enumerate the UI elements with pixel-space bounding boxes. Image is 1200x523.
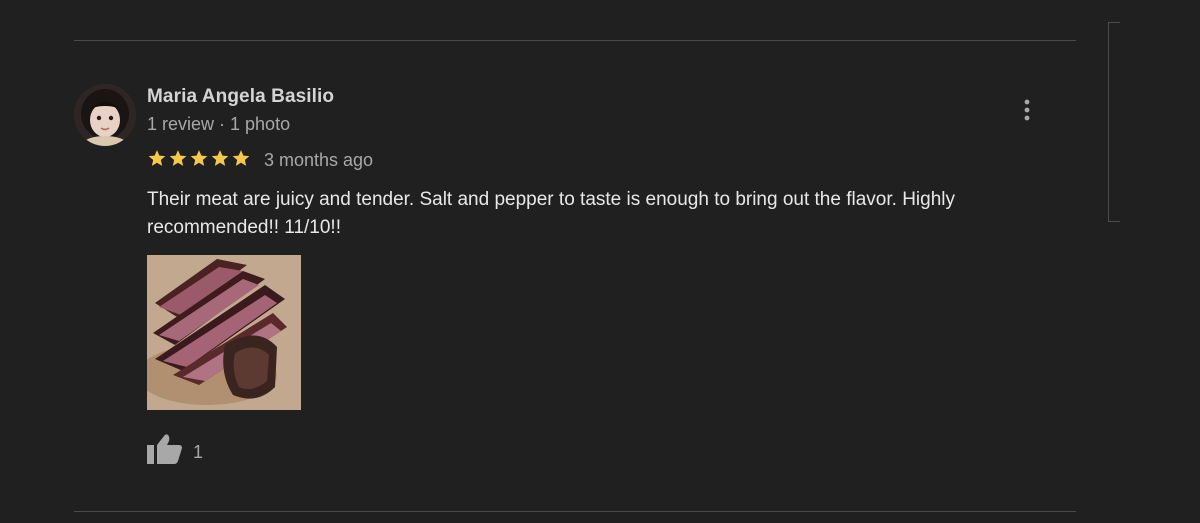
star-rating [147,148,251,168]
more-options-button[interactable] [1014,96,1040,124]
like-count: 1 [193,442,204,462]
thumbs-up-icon [147,434,182,464]
review-photo-steak[interactable] [147,255,301,410]
bottom-divider [74,511,1076,512]
star-icon [211,150,229,166]
more-vert-icon [1024,99,1030,121]
star-icon [169,150,187,166]
review-time: 3 months ago [264,150,374,170]
star-icon [190,150,208,166]
scrollbar[interactable] [1108,22,1120,222]
like-button[interactable] [147,432,183,466]
reviewer-avatar[interactable] [74,84,136,146]
review-text: Their meat are juicy and tender. Salt an… [147,189,955,238]
top-divider [74,40,1076,41]
reviewer-name[interactable]: Maria Angela Basilio [147,86,334,108]
star-icon [232,150,250,166]
star-icon [148,150,166,166]
reviewer-meta: 1 review · 1 photo [147,114,291,134]
